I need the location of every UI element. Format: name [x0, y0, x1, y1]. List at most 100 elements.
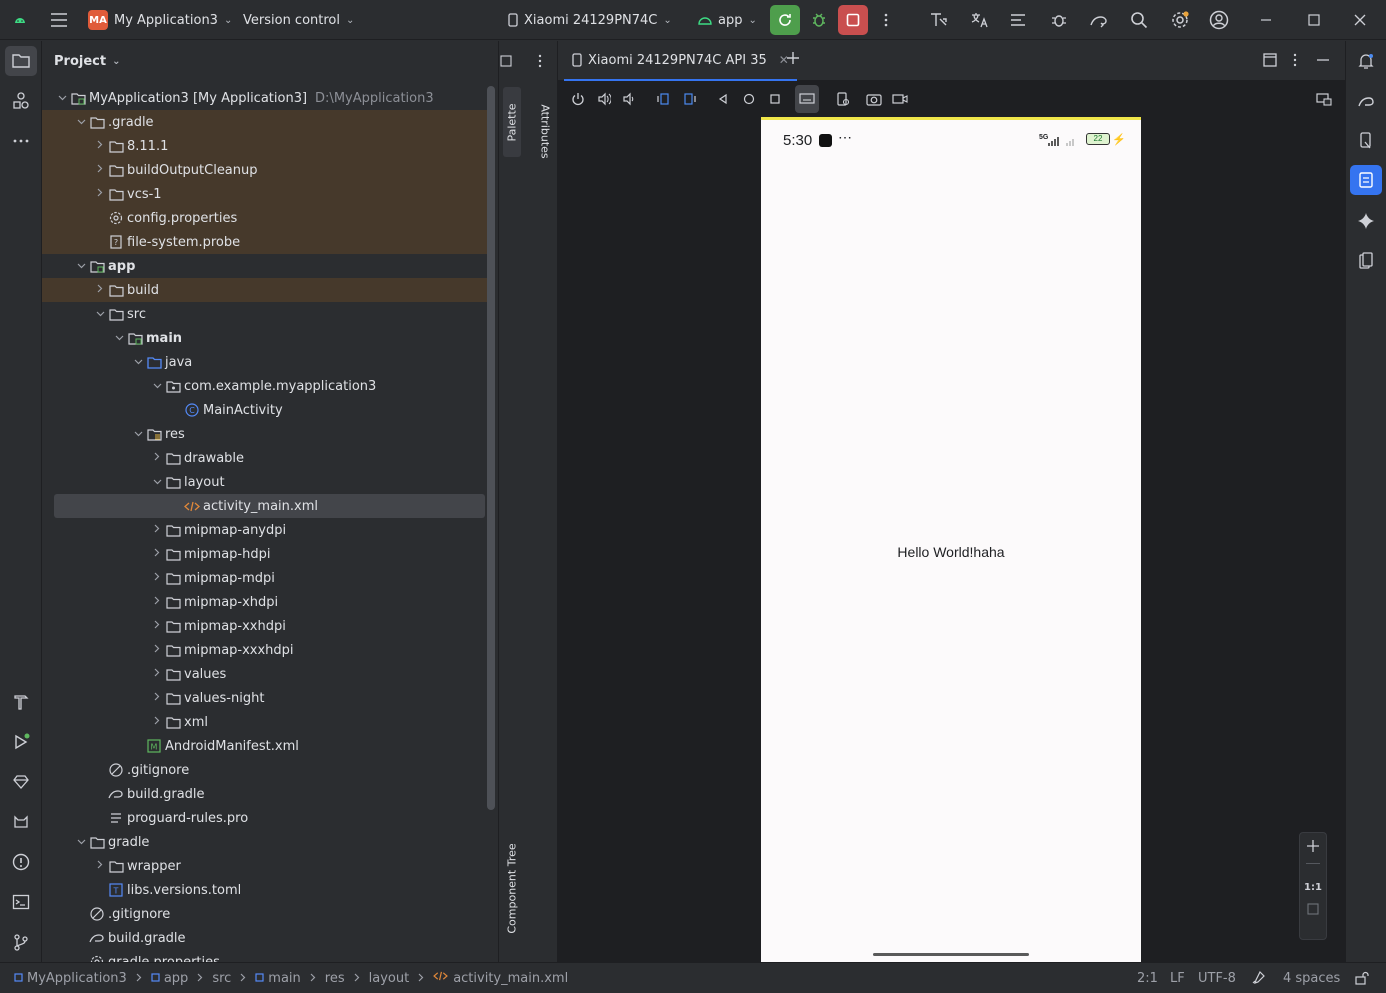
maximize-icon[interactable]	[1308, 0, 1320, 40]
tree-row[interactable]: gradle.properties	[42, 950, 490, 962]
close-window-icon[interactable]	[1354, 0, 1366, 40]
terminal-icon[interactable]	[5, 887, 37, 917]
chevron-down-icon[interactable]	[130, 429, 146, 440]
chevron-right-icon[interactable]	[149, 620, 165, 632]
tree-row[interactable]: mipmap-xxhdpi	[42, 614, 490, 638]
keyboard-mirror-icon[interactable]	[795, 85, 819, 113]
tree-row[interactable]: mipmap-mdpi	[42, 566, 490, 590]
add-tab-icon[interactable]	[786, 51, 800, 65]
device-mirroring-icon[interactable]	[1312, 85, 1336, 113]
search-icon[interactable]	[1130, 0, 1148, 40]
emulator-icon[interactable]	[1350, 246, 1382, 276]
line-separator[interactable]: LF	[1170, 963, 1185, 993]
project-view-selector[interactable]: Project ⌄	[42, 41, 498, 81]
gesture-home-bar[interactable]	[873, 953, 1029, 956]
tree-row[interactable]: values-night	[42, 686, 490, 710]
tree-row[interactable]: wrapper	[42, 854, 490, 878]
breadcrumb-item[interactable]: app	[164, 971, 188, 986]
gemini-sparkle-icon[interactable]	[1350, 206, 1382, 236]
tree-row[interactable]: .gitignore	[42, 902, 490, 926]
tree-row[interactable]: build.gradle	[42, 926, 490, 950]
screen-capture-phone-icon[interactable]	[831, 85, 855, 113]
gradle-icon[interactable]	[1350, 86, 1382, 116]
chevron-right-icon[interactable]	[149, 596, 165, 608]
tree-row[interactable]: build.gradle	[42, 782, 490, 806]
notifications-bell-icon[interactable]	[1350, 46, 1382, 76]
gradle-sync-icon[interactable]	[1089, 0, 1109, 40]
zoom-ratio[interactable]: 1:1	[1304, 882, 1322, 893]
tree-row[interactable]: config.properties	[42, 206, 490, 230]
caret-position[interactable]: 2:1	[1137, 963, 1158, 993]
chevron-right-icon[interactable]	[92, 164, 108, 176]
window-layout-icon[interactable]	[1263, 53, 1277, 67]
home-icon[interactable]	[737, 85, 761, 113]
palette-tab[interactable]: Palette	[503, 87, 521, 157]
zoom-out-icon[interactable]	[1306, 863, 1320, 864]
running-devices-icon[interactable]	[1350, 165, 1382, 195]
more-vertical-icon[interactable]	[533, 53, 547, 69]
chevron-down-icon[interactable]	[54, 93, 70, 104]
chevron-right-icon[interactable]	[149, 692, 165, 704]
minimize-icon[interactable]	[1260, 0, 1272, 40]
account-icon[interactable]	[1209, 0, 1229, 40]
project-tool-icon[interactable]	[5, 46, 37, 76]
design-mode-icon[interactable]	[499, 53, 513, 69]
chevron-right-icon[interactable]	[149, 524, 165, 536]
chevron-down-icon[interactable]	[92, 309, 108, 320]
more-vertical-icon[interactable]	[1293, 53, 1297, 67]
file-encoding[interactable]: UTF-8	[1198, 963, 1236, 993]
tree-row[interactable]: app	[42, 254, 490, 278]
git-branch-icon[interactable]	[5, 927, 37, 957]
tree-row[interactable]: M AndroidManifest.xml	[42, 734, 490, 758]
tree-row[interactable]: src	[42, 302, 490, 326]
apply-changes-button[interactable]	[770, 0, 800, 40]
chevron-right-icon[interactable]	[92, 140, 108, 152]
chevron-down-icon[interactable]	[130, 357, 146, 368]
tree-row[interactable]: MyApplication3 [My Application3] D:\MyApp…	[42, 86, 490, 110]
chevron-right-icon[interactable]	[92, 188, 108, 200]
back-icon[interactable]	[711, 85, 735, 113]
tree-row[interactable]: layout	[42, 470, 490, 494]
profiler-bug-icon[interactable]	[1049, 0, 1069, 40]
chevron-down-icon[interactable]	[149, 381, 165, 392]
chevron-down-icon[interactable]	[149, 477, 165, 488]
tree-row[interactable]: mipmap-xhdpi	[42, 590, 490, 614]
more-tools-icon[interactable]	[5, 126, 37, 156]
device-manager-icon[interactable]	[1350, 126, 1382, 156]
problems-icon[interactable]	[5, 847, 37, 877]
device-explorer-icon[interactable]	[929, 0, 949, 40]
chevron-right-icon[interactable]	[149, 668, 165, 680]
chevron-right-icon[interactable]	[149, 548, 165, 560]
component-tree-tab[interactable]: Component Tree	[503, 833, 521, 943]
chevron-right-icon[interactable]	[149, 452, 165, 464]
tree-row[interactable]: Tlibs.versions.toml	[42, 878, 490, 902]
chevron-right-icon[interactable]	[92, 860, 108, 872]
tree-scrollbar[interactable]	[487, 86, 495, 810]
tree-row[interactable]: values	[42, 662, 490, 686]
tab-running-device[interactable]: Xiaomi 24129PN74C API 35 ✕	[564, 41, 797, 81]
tree-row[interactable]: mipmap-hdpi	[42, 542, 490, 566]
tree-row[interactable]: proguard-rules.pro	[42, 806, 490, 830]
more-vertical-icon[interactable]	[880, 0, 892, 40]
chevron-down-icon[interactable]	[73, 117, 89, 128]
settings-gear-icon[interactable]	[1170, 0, 1190, 40]
tree-row[interactable]: buildOutputCleanup	[42, 158, 490, 182]
project-selector[interactable]: MA My Application3 ⌄	[88, 0, 232, 40]
tree-row[interactable]: com.example.myapplication3	[42, 374, 490, 398]
breadcrumb-item[interactable]: res	[325, 971, 345, 986]
device-selector[interactable]: Xiaomi 24129PN74C ⌄	[508, 0, 672, 40]
breadcrumb-item[interactable]: activity_main.xml	[453, 971, 568, 986]
chevron-down-icon[interactable]	[73, 837, 89, 848]
tree-row[interactable]: .gitignore	[42, 758, 490, 782]
translate-icon[interactable]	[969, 0, 989, 40]
rotate-right-icon[interactable]	[678, 85, 702, 113]
camera-icon[interactable]	[862, 85, 886, 113]
tree-row[interactable]: res	[42, 422, 490, 446]
tree-row[interactable]: xml	[42, 710, 490, 734]
breadcrumb-item[interactable]: layout	[369, 971, 410, 986]
tree-row[interactable]: gradle	[42, 830, 490, 854]
rotate-left-icon[interactable]	[651, 85, 675, 113]
chevron-right-icon[interactable]	[149, 644, 165, 656]
resource-manager-icon[interactable]	[5, 86, 37, 116]
logcat-cat-icon[interactable]	[5, 807, 37, 837]
